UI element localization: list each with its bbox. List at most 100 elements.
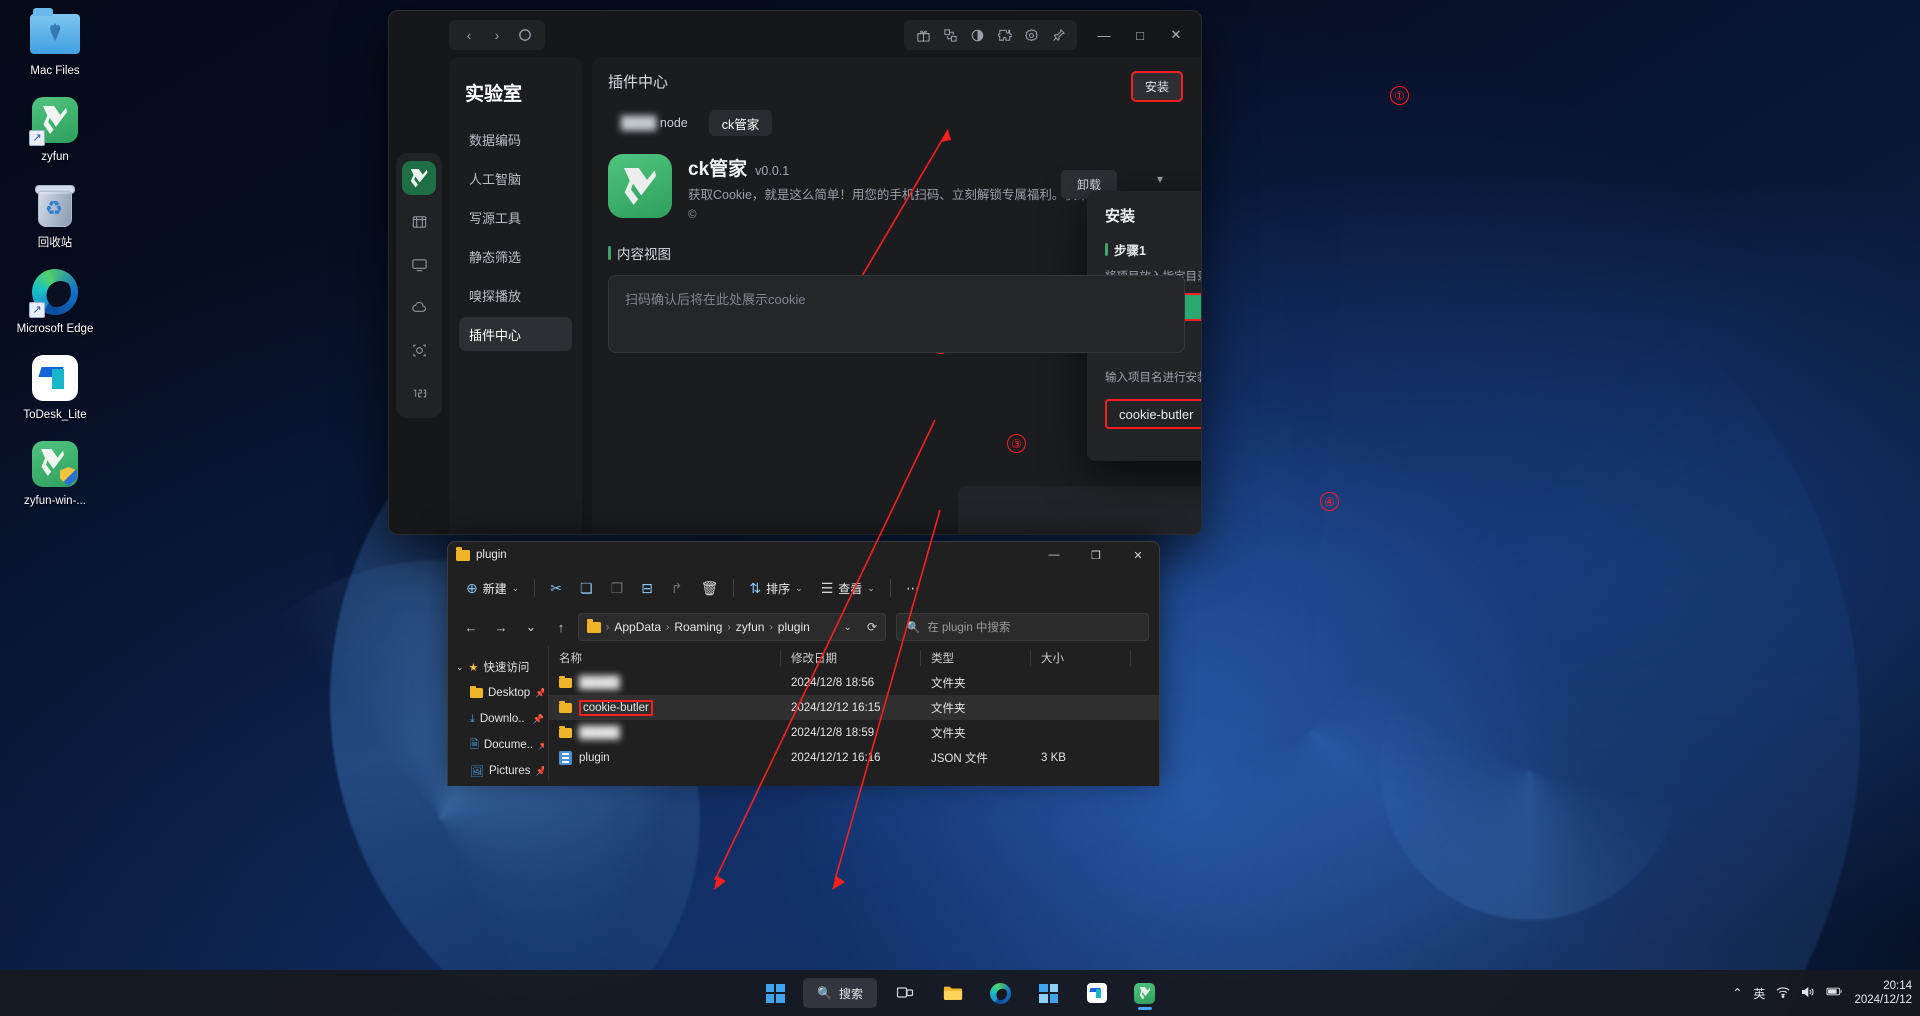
forward-button[interactable]: → <box>488 614 514 640</box>
forward-icon[interactable]: › <box>485 23 509 47</box>
nav-label: 快速访问 <box>483 662 530 674</box>
refresh-icon[interactable]: ⟳ <box>867 620 877 634</box>
battery-icon[interactable] <box>1826 986 1843 1000</box>
copy-button[interactable]: ❏ <box>572 574 601 602</box>
desktop-icon-recycle-bin[interactable]: ♻ 回收站 <box>0 180 110 250</box>
search-input[interactable]: 🔍 在 plugin 中搜索 <box>896 613 1149 641</box>
column-header-name[interactable]: 名称 <box>549 650 781 666</box>
plugin-chip-ck-butler[interactable]: ck管家 <box>708 110 773 136</box>
cut-button[interactable]: ✂ <box>542 574 570 602</box>
sidebar-item-ai-brain[interactable]: 人工智脑 <box>459 161 572 195</box>
column-header-date[interactable]: 修改日期 <box>781 650 921 666</box>
column-header-size[interactable]: 大小 <box>1031 650 1131 666</box>
install-button[interactable]: 安装 <box>1130 71 1183 102</box>
plugin-chip-node[interactable]: ████ node <box>608 110 701 136</box>
sort-button[interactable]: ⇅ 排序 ⌄ <box>741 574 810 602</box>
ime-indicator[interactable]: 英 <box>1753 985 1765 1002</box>
chevron-down-icon[interactable]: ⌄ <box>844 622 852 633</box>
desktop-icon-label: Microsoft Edge <box>16 323 94 335</box>
task-view-icon[interactable] <box>885 975 925 1011</box>
edge-icon[interactable] <box>981 975 1021 1011</box>
breadcrumb[interactable]: › AppData › Roaming › zyfun › plugin ⌄ ⟳ <box>578 613 886 641</box>
sidebar-item-sniff-play[interactable]: 嗅探播放 <box>459 278 572 312</box>
share-button[interactable]: ↱ <box>663 574 691 602</box>
chevron-down-icon[interactable]: ▾ <box>1157 172 1163 186</box>
breadcrumb-appdata[interactable]: AppData <box>614 620 661 634</box>
contrast-icon[interactable] <box>965 23 989 47</box>
sync-icon[interactable] <box>938 23 962 47</box>
chevron-down-icon[interactable]: ⌄ <box>456 662 464 673</box>
rail-item-lab[interactable] <box>402 333 436 367</box>
breadcrumb-roaming[interactable]: Roaming <box>674 620 722 634</box>
sidebar-item-source-tools[interactable]: 写源工具 <box>459 200 572 234</box>
rename-button[interactable]: ⊟ <box>633 574 661 602</box>
taskbar-search[interactable]: 🔍 搜索 <box>803 978 877 1008</box>
minimize-button[interactable]: — <box>1087 20 1121 50</box>
recent-locations-button[interactable]: ⌄ <box>518 614 544 640</box>
chevron-up-icon[interactable]: ⌃ <box>1732 986 1742 1000</box>
rail-item-cloud[interactable] <box>402 290 436 324</box>
folder-icon <box>559 725 572 738</box>
rail-item-screen[interactable] <box>402 247 436 281</box>
plugin-version: v0.0.1 <box>755 164 790 178</box>
table-row[interactable]: plugin 2024/12/12 16:16 JSON 文件 3 KB <box>549 745 1159 770</box>
table-row[interactable]: █████ 2024/12/8 18:56 文件夹 <box>549 670 1159 695</box>
close-button[interactable]: ✕ <box>1117 542 1159 568</box>
store-icon[interactable] <box>1029 975 1069 1011</box>
file-explorer-icon[interactable] <box>933 975 973 1011</box>
rail-item-numbers[interactable] <box>402 376 436 410</box>
delete-button[interactable]: 🗑 <box>693 574 727 602</box>
desktop-icon-mac-files[interactable]: Mac Files <box>0 8 110 78</box>
breadcrumb-plugin[interactable]: plugin <box>778 620 810 634</box>
up-button[interactable]: ↑ <box>548 614 574 640</box>
nav-item-pictures[interactable]: 🖼 Pictures 📌 <box>456 758 544 784</box>
sidebar-item-plugin-center[interactable]: 插件中心 <box>459 317 572 351</box>
reload-icon[interactable] <box>513 23 537 47</box>
paste-icon: ❐ <box>610 579 624 596</box>
windows-start-icon[interactable] <box>755 975 795 1011</box>
close-button[interactable]: ✕ <box>1159 20 1193 50</box>
pin-icon: 📌 <box>532 713 544 724</box>
rail-item-home[interactable] <box>402 161 436 195</box>
todesk-icon[interactable] <box>1077 975 1117 1011</box>
network-icon[interactable] <box>1776 986 1790 1001</box>
back-button[interactable]: ← <box>458 614 484 640</box>
cookie-display-box: 扫码确认后将在此处展示cookie <box>608 275 1185 353</box>
rail-item-film[interactable] <box>402 204 436 238</box>
zyfun-icon[interactable] <box>1125 975 1165 1011</box>
desktop-icon-zyfun-win[interactable]: zyfun-win-... <box>0 438 110 508</box>
sidebar-item-data-encoding[interactable]: 数据编码 <box>459 122 572 156</box>
desktop-icon-edge[interactable]: ↗ Microsoft Edge <box>0 266 110 336</box>
view-button[interactable]: ☰ 查看 ⌄ <box>813 574 883 602</box>
back-icon[interactable]: ‹ <box>457 23 481 47</box>
puzzle-icon[interactable] <box>992 23 1016 47</box>
volume-icon[interactable] <box>1801 986 1815 1001</box>
more-button[interactable]: ⋯ <box>898 574 928 602</box>
pin-icon[interactable] <box>1046 23 1070 47</box>
file-type: 文件夹 <box>931 727 966 740</box>
view-list-icon: ☰ <box>820 579 834 596</box>
nav-item-downloads[interactable]: ⤓ Downlo.. 📌 <box>456 706 544 732</box>
maximize-button[interactable]: □ <box>1123 20 1157 50</box>
maximize-button[interactable]: ❐ <box>1075 542 1117 568</box>
desktop-icon-zyfun[interactable]: ↗ zyfun <box>0 94 110 164</box>
table-row[interactable]: cookie-butler 2024/12/12 16:15 文件夹 <box>549 695 1159 720</box>
nav-item-desktop[interactable]: Desktop 📌 <box>456 680 544 706</box>
desktop-icon-todesk[interactable]: ToDesk_Lite <box>0 352 110 422</box>
gift-icon[interactable] <box>911 23 935 47</box>
taskbar-center: 🔍 搜索 <box>755 975 1165 1011</box>
download-icon: ⤓ <box>470 712 475 725</box>
modal-title: 安装 <box>1105 208 1136 225</box>
project-name-input[interactable]: cookie-butler <box>1105 399 1201 429</box>
settings-gear-icon[interactable] <box>1019 23 1043 47</box>
nav-group-quick-access[interactable]: ⌄ ★ 快速访问 <box>456 654 544 680</box>
new-button[interactable]: ⊕ 新建 ⌄ <box>458 574 527 602</box>
taskbar-clock[interactable]: 20:14 2024/12/12 <box>1854 979 1912 1007</box>
breadcrumb-zyfun[interactable]: zyfun <box>736 620 765 634</box>
sidebar-item-static-filter[interactable]: 静态筛选 <box>459 239 572 273</box>
column-header-type[interactable]: 类型 <box>921 650 1031 666</box>
table-row[interactable]: █████ 2024/12/8 18:59 文件夹 <box>549 720 1159 745</box>
minimize-button[interactable]: — <box>1033 542 1075 568</box>
nav-item-documents[interactable]: 🗎 Docume.. 📌 <box>456 732 544 758</box>
paste-button[interactable]: ❐ <box>603 574 632 602</box>
